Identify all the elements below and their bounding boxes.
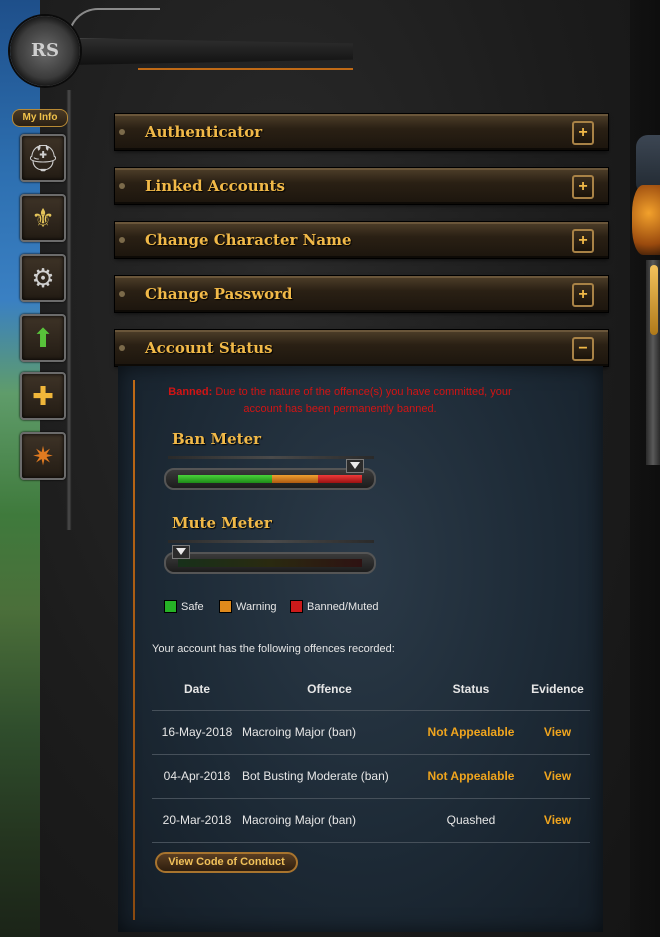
my-info-tab[interactable]: My Info: [12, 109, 68, 127]
banner-icon: ⚜: [31, 202, 55, 233]
ban-meter-title: Ban Meter: [172, 430, 262, 448]
row-offence: Macroing Major (ban): [242, 813, 357, 827]
accordion-label: Change Password: [145, 285, 293, 303]
collapse-minus-icon[interactable]: −: [572, 337, 594, 361]
accordion-label: Linked Accounts: [145, 177, 285, 195]
accordion-change-character-name[interactable]: Change Character Name +: [115, 222, 608, 258]
ban-meter: [164, 468, 376, 490]
view-evidence-link[interactable]: View: [525, 799, 590, 842]
ban-meter-warning-segment: [272, 475, 318, 483]
accordion-authenticator[interactable]: Authenticator +: [115, 114, 608, 150]
bomb-icon: ✷: [32, 440, 54, 471]
offences-table: Date Offence Status Evidence 16-May-2018…: [152, 676, 590, 843]
warning-swatch: [219, 600, 232, 613]
ban-meter-safe-segment: [178, 475, 272, 483]
accordion-linked-accounts[interactable]: Linked Accounts +: [115, 168, 608, 204]
accordion-label: Authenticator: [145, 123, 263, 141]
mute-meter-marker-icon: [172, 545, 190, 559]
row-status: Not Appealable: [427, 769, 515, 783]
table-row: 04-Apr-2018 Bot Busting Moderate (ban) N…: [152, 755, 590, 799]
header-status: Status: [452, 682, 490, 696]
gear-icon: ⚙: [31, 262, 55, 293]
header-date: Date: [183, 682, 210, 696]
ban-notice-text: Due to the nature of the offence(s) you …: [215, 386, 512, 415]
expand-plus-icon[interactable]: +: [572, 121, 594, 145]
sidebar-item-clan[interactable]: ⚜: [20, 194, 66, 242]
legend-safe: Safe: [164, 600, 204, 613]
view-evidence-link[interactable]: View: [525, 755, 590, 798]
logo-underline: [138, 68, 353, 70]
ban-meter-track: [178, 475, 362, 483]
row-offence: Macroing Major (ban): [242, 725, 357, 739]
row-offence: Bot Busting Moderate (ban): [242, 769, 389, 783]
view-evidence-link[interactable]: View: [525, 711, 590, 754]
row-date: 16-May-2018: [161, 725, 233, 739]
table-row: 16-May-2018 Macroing Major (ban) Not App…: [152, 711, 590, 755]
expand-plus-icon[interactable]: +: [572, 175, 594, 199]
helmet-icon: ⛑: [26, 142, 60, 173]
sidebar-item-settings[interactable]: ⚙: [20, 254, 66, 302]
safe-swatch: [164, 600, 177, 613]
sidebar-item-add-friend[interactable]: ✚: [20, 372, 66, 420]
site-logo[interactable]: RS: [8, 8, 358, 93]
logo-emblem-icon: RS: [10, 16, 80, 86]
ban-notice-prefix: Banned:: [168, 386, 213, 398]
mute-meter-track: [178, 559, 362, 567]
header-evidence: Evidence: [531, 682, 584, 696]
row-status: Not Appealable: [427, 725, 515, 739]
accordion-change-password[interactable]: Change Password +: [115, 276, 608, 312]
row-date: 04-Apr-2018: [163, 769, 231, 783]
table-header-row: Date Offence Status Evidence: [152, 676, 590, 711]
mute-meter-title: Mute Meter: [172, 514, 272, 532]
right-ornament-decoration: [630, 135, 660, 555]
sidebar-rail: [66, 90, 72, 530]
ban-notice: Banned: Due to the nature of the offence…: [160, 384, 520, 418]
row-date: 20-Mar-2018: [162, 813, 232, 827]
accordion-label: Change Character Name: [145, 231, 352, 249]
expand-plus-icon[interactable]: +: [572, 283, 594, 307]
header-offence: Offence: [307, 682, 352, 696]
ban-meter-marker-icon: [346, 459, 364, 473]
mute-meter: [164, 552, 376, 574]
sidebar-item-profile[interactable]: ⛑: [20, 134, 66, 182]
row-status: Quashed: [446, 813, 496, 827]
panel-accent-line: [133, 380, 135, 920]
add-friend-icon: ✚: [32, 380, 54, 411]
logo-banner: [68, 38, 353, 65]
legend-warning: Warning: [219, 600, 277, 613]
sidebar-item-upgrade[interactable]: ⬆: [20, 314, 66, 362]
ban-meter-banned-segment: [318, 475, 362, 483]
banned-swatch: [290, 600, 303, 613]
accordion-label: Account Status: [145, 339, 273, 357]
offences-intro-text: Your account has the following offences …: [152, 643, 395, 655]
legend-banned-muted: Banned/Muted: [290, 600, 379, 613]
view-code-of-conduct-button[interactable]: View Code of Conduct: [155, 852, 298, 873]
accordion-account-status[interactable]: Account Status −: [115, 330, 608, 366]
sidebar-item-bomb[interactable]: ✷: [20, 432, 66, 480]
table-row: 20-Mar-2018 Macroing Major (ban) Quashed…: [152, 799, 590, 843]
logo-scrollwork: [68, 8, 160, 40]
upgrade-arrow-icon: ⬆: [32, 322, 54, 353]
expand-plus-icon[interactable]: +: [572, 229, 594, 253]
